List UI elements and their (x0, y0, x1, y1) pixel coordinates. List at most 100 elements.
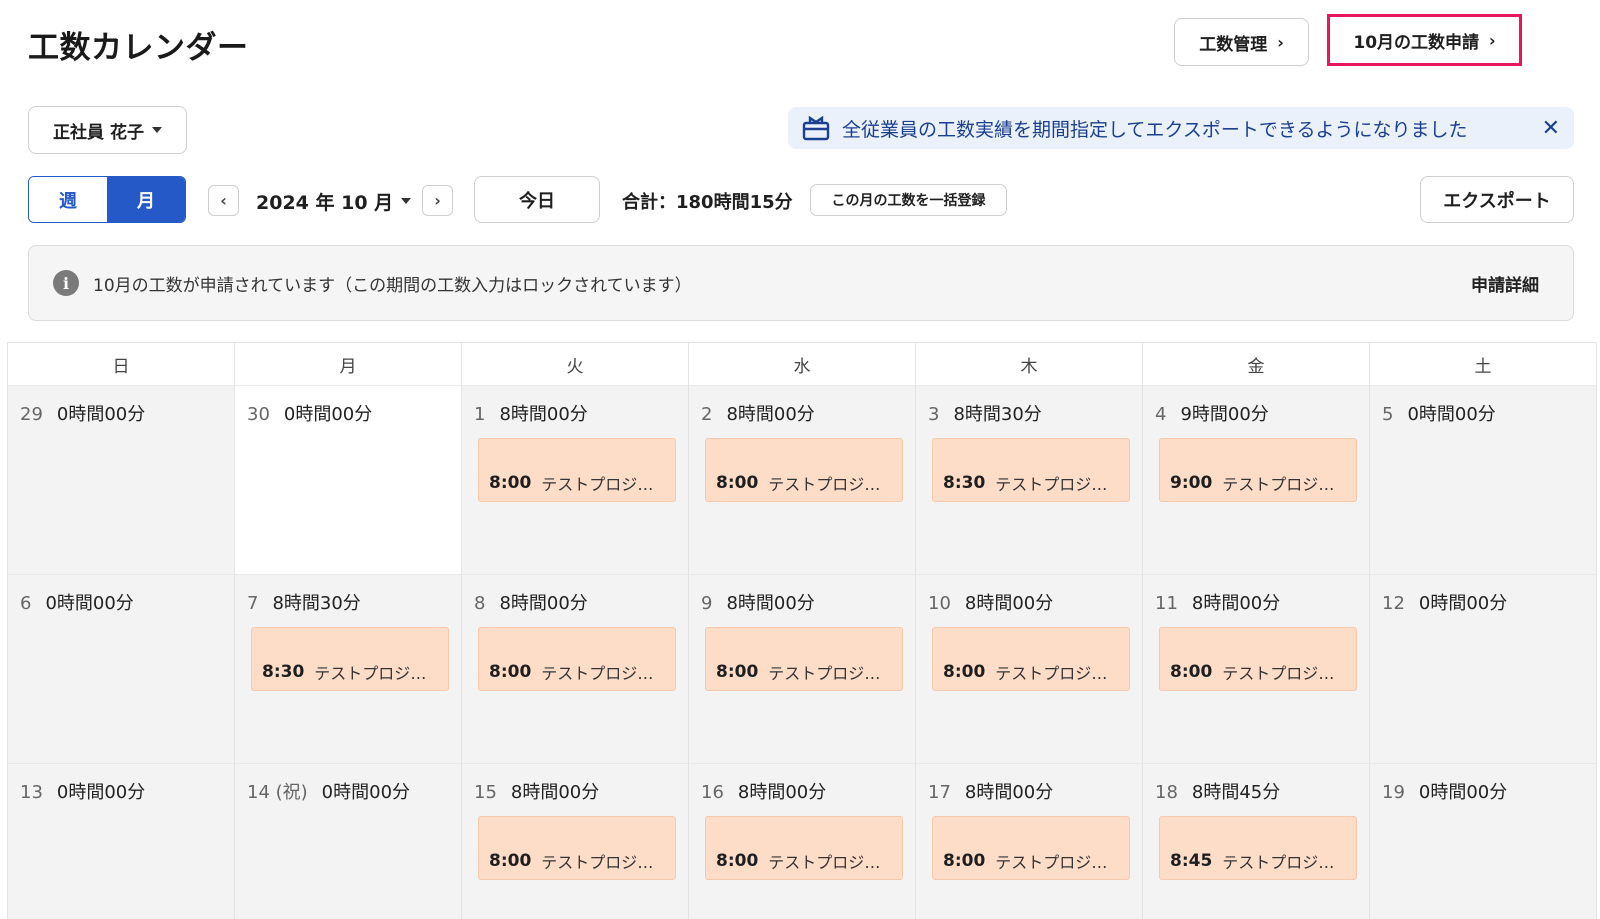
day-total-hours: 8時間00分 (726, 593, 815, 614)
work-management-button[interactable]: 工数管理 › (1174, 18, 1309, 66)
calendar-day-cell[interactable]: 13 0時間00分 (8, 763, 235, 919)
work-entry[interactable]: 8:00 テストプロジェ... (478, 816, 676, 880)
entry-time: 8:45 (1170, 851, 1213, 871)
calendar-day-cell[interactable]: 5 0時間00分 (1370, 385, 1597, 574)
work-entry[interactable]: 8:00 テストプロジェ... (932, 627, 1130, 691)
calendar-day-cell[interactable]: 2 8時間00分 8:00 テストプロジェ... (689, 385, 916, 574)
calendar-day-cell[interactable]: 6 0時間00分 (8, 574, 235, 763)
entry-time: 8:00 (489, 662, 532, 682)
monthly-apply-button[interactable]: 10月の工数申請 › (1332, 19, 1517, 61)
notice-text: 全従業員の工数実績を期間指定してエクスポートできるようになりました (842, 118, 1468, 141)
work-entry[interactable]: 8:00 テストプロジェ... (1159, 627, 1357, 691)
work-entry[interactable]: 8:00 テストプロジェ... (478, 627, 676, 691)
entry-time: 8:00 (489, 473, 532, 493)
entry-time: 8:00 (943, 662, 986, 682)
work-entry[interactable]: 8:00 テストプロジェ... (705, 438, 903, 502)
calendar-day-cell[interactable]: 18 8時間45分 8:45 テストプロジェ... (1143, 763, 1370, 919)
day-total-hours: 8時間00分 (499, 593, 588, 614)
day-header: 17 8時間00分 (928, 778, 1142, 804)
calendar-day-cell[interactable]: 12 0時間00分 (1370, 574, 1597, 763)
day-total-hours: 9時間00分 (1180, 404, 1269, 425)
day-total-hours: 0時間00分 (321, 782, 411, 803)
prev-period-button[interactable]: ‹ (208, 185, 239, 216)
work-entry[interactable]: 8:00 テストプロジェ... (478, 438, 676, 502)
calendar-day-cell[interactable]: 8 8時間00分 8:00 テストプロジェ... (462, 574, 689, 763)
day-total-hours: 8時間30分 (272, 593, 361, 614)
weekday-label: 日 (8, 343, 235, 385)
day-header: 2 8時間00分 (701, 400, 915, 426)
application-detail-link[interactable]: 申請詳細 (1471, 271, 1539, 296)
calendar-day-cell[interactable]: 14 (祝) 0時間00分 (235, 763, 462, 919)
period-select[interactable]: 2024 年 10 月 (256, 186, 412, 216)
weekday-label: 金 (1143, 343, 1370, 385)
work-entry[interactable]: 8:30 テストプロジェ... (251, 627, 449, 691)
calendar-day-cell[interactable]: 19 0時間00分 (1370, 763, 1597, 919)
work-entry[interactable]: 8:00 テストプロジェ... (932, 816, 1130, 880)
calendar-day-cell[interactable]: 1 8時間00分 8:00 テストプロジェ... (462, 385, 689, 574)
calendar-day-cell[interactable]: 16 8時間00分 8:00 テストプロジェ... (689, 763, 916, 919)
calendar-day-cell[interactable]: 4 9時間00分 9:00 テストプロジェ... (1143, 385, 1370, 574)
day-total-hours: 8時間00分 (737, 782, 827, 803)
calendar-day-cell[interactable]: 29 0時間00分 (8, 385, 235, 574)
day-number: 17 (928, 782, 951, 803)
entry-time: 8:00 (1170, 662, 1213, 682)
calendar-day-cell[interactable]: 30 0時間00分 (235, 385, 462, 574)
work-entry[interactable]: 8:45 テストプロジェ... (1159, 816, 1357, 880)
user-select-value: 正社員 花子 (53, 122, 144, 143)
chevron-right-icon: › (1489, 30, 1496, 50)
entry-time: 9:00 (1170, 473, 1213, 493)
calendar-day-cell[interactable]: 3 8時間30分 8:30 テストプロジェ... (916, 385, 1143, 574)
entry-time: 8:30 (943, 473, 986, 493)
day-header: 11 8時間00分 (1155, 589, 1369, 615)
next-period-button[interactable]: › (422, 185, 453, 216)
day-header: 12 0時間00分 (1382, 589, 1596, 615)
export-button[interactable]: エクスポート (1420, 176, 1574, 223)
day-header: 9 8時間00分 (701, 589, 915, 615)
calendar-day-cell[interactable]: 15 8時間00分 8:00 テストプロジェ... (462, 763, 689, 919)
entry-time: 8:00 (716, 851, 759, 871)
calendar-day-cell[interactable]: 9 8時間00分 8:00 テストプロジェ... (689, 574, 916, 763)
work-entry[interactable]: 8:30 テストプロジェ... (932, 438, 1130, 502)
calendar-grid: 29 0時間00分 30 0時間00分 1 8時間00分 8:00 テストプロジェ... 2 8時… (8, 385, 1597, 919)
day-header: 15 8時間00分 (474, 778, 688, 804)
entry-time: 8:00 (716, 473, 759, 493)
close-icon[interactable]: ✕ (1542, 116, 1560, 141)
calendar-day-cell[interactable]: 10 8時間00分 8:00 テストプロジェ... (916, 574, 1143, 763)
day-total-hours: 8時間00分 (964, 593, 1054, 614)
calendar-day-cell[interactable]: 7 8時間30分 8:30 テストプロジェ... (235, 574, 462, 763)
entry-project: テストプロジェ... (995, 664, 1121, 683)
entry-project: テストプロジェ... (1222, 853, 1348, 872)
bulk-register-button[interactable]: この月の工数を一括登録 (810, 184, 1007, 216)
work-entry[interactable]: 9:00 テストプロジェ... (1159, 438, 1357, 502)
calendar-day-cell[interactable]: 17 8時間00分 8:00 テストプロジェ... (916, 763, 1143, 919)
total-hours: 合計：180時間15分 (622, 192, 793, 213)
work-management-label: 工数管理 (1199, 34, 1268, 55)
day-total-hours: 8時間00分 (499, 404, 588, 425)
day-number: 11 (1155, 593, 1178, 614)
entry-project: テストプロジェ... (995, 475, 1121, 494)
today-button[interactable]: 今日 (474, 176, 600, 223)
user-select[interactable]: 正社員 花子 (28, 106, 187, 154)
day-total-hours: 0時間00分 (283, 404, 373, 425)
entry-time: 8:00 (489, 851, 532, 871)
view-month-button[interactable]: 月 (107, 177, 185, 222)
day-total-hours: 8時間00分 (726, 404, 815, 425)
calendar-day-cell[interactable]: 11 8時間00分 8:00 テストプロジェ... (1143, 574, 1370, 763)
day-total-hours: 0時間00分 (45, 593, 134, 614)
day-number: 12 (1382, 593, 1405, 614)
gift-icon (802, 115, 830, 141)
day-number: 15 (474, 782, 497, 803)
lock-banner: i 10月の工数が申請されています（この期間の工数入力はロックされています） 申… (28, 245, 1574, 321)
day-header: 7 8時間30分 (247, 589, 461, 615)
day-total-hours: 0時間00分 (1418, 782, 1508, 803)
apply-button-highlight: 10月の工数申請 › (1327, 14, 1522, 66)
work-entry[interactable]: 8:00 テストプロジェ... (705, 627, 903, 691)
work-entry[interactable]: 8:00 テストプロジェ... (705, 816, 903, 880)
day-header: 16 8時間00分 (701, 778, 915, 804)
weekday-label: 月 (235, 343, 462, 385)
view-week-button[interactable]: 週 (29, 177, 107, 222)
day-number: 16 (701, 782, 724, 803)
day-total-hours: 8時間30分 (953, 404, 1042, 425)
chevron-right-icon: › (434, 191, 441, 210)
day-header: 5 0時間00分 (1382, 400, 1596, 426)
